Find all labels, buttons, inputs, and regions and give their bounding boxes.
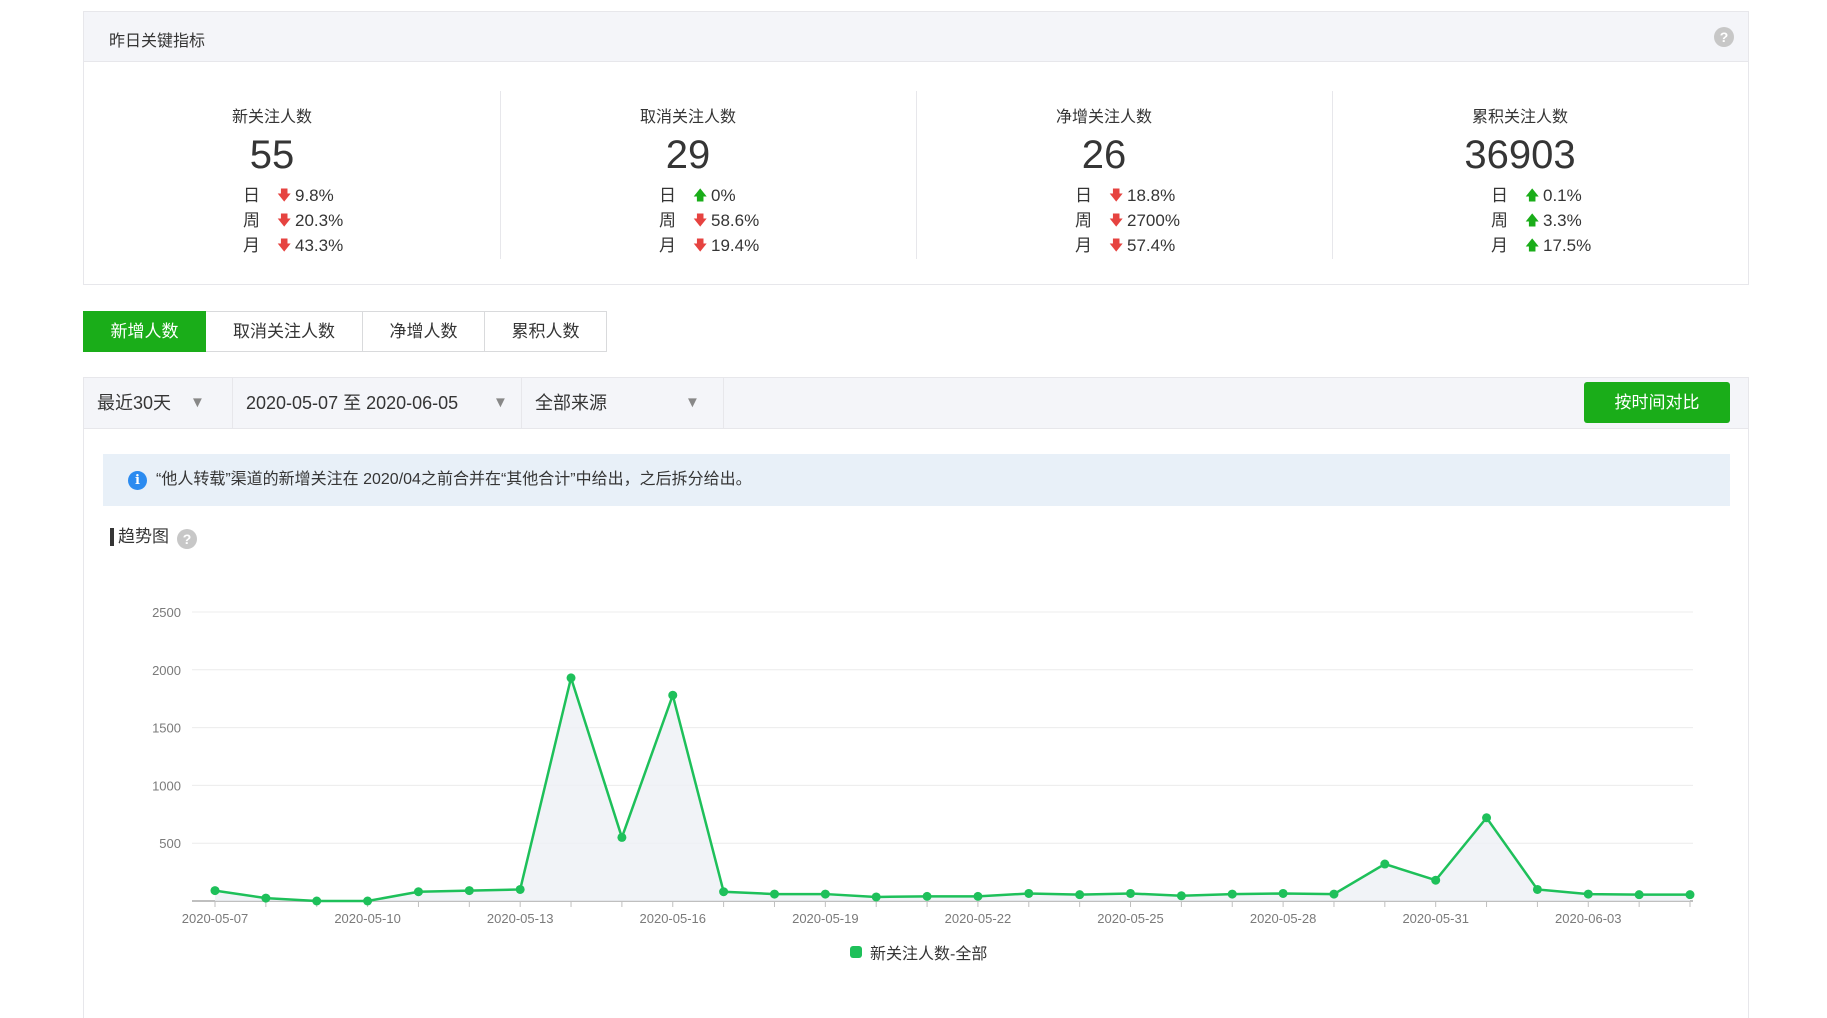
data-point: [820, 889, 830, 899]
data-point: [515, 884, 525, 894]
data-point: [1431, 875, 1441, 885]
data-point: [1227, 889, 1237, 899]
data-point: [1278, 888, 1288, 898]
y-tick-label: 2500: [152, 605, 181, 620]
x-tick-label: 2020-05-16: [640, 911, 707, 926]
data-point: [1126, 888, 1136, 898]
y-tick-label: 500: [159, 836, 181, 851]
data-point: [1482, 813, 1492, 823]
data-point: [1176, 891, 1186, 901]
y-tick-label: 1000: [152, 778, 181, 793]
data-point: [210, 886, 220, 896]
data-point: [1075, 890, 1085, 900]
data-point: [871, 892, 881, 902]
data-point: [1583, 889, 1593, 899]
data-point: [566, 673, 576, 683]
data-point: [363, 896, 373, 906]
x-tick-label: 2020-05-07: [182, 911, 249, 926]
data-point: [1380, 859, 1390, 869]
data-point: [719, 887, 729, 897]
data-point: [413, 887, 423, 897]
series-area: [215, 677, 1690, 901]
data-point: [617, 832, 627, 842]
y-tick-label: 1500: [152, 721, 181, 736]
data-point: [973, 891, 983, 901]
data-point: [1532, 884, 1542, 894]
data-point: [769, 889, 779, 899]
x-tick-label: 2020-05-22: [945, 911, 1012, 926]
chart-legend[interactable]: 新关注人数-全部: [850, 940, 987, 964]
x-tick-label: 2020-05-31: [1402, 911, 1469, 926]
trend-chart: 500 1000 1500 2000 2500 2020-05-07 2020-05-10 2…: [152, 605, 1695, 926]
x-tick-label: 2020-05-13: [487, 911, 554, 926]
y-tick-label: 2000: [152, 663, 181, 678]
data-point: [261, 893, 271, 903]
legend-label: 新关注人数-全部: [870, 946, 988, 963]
data-point: [1329, 889, 1339, 899]
data-point: [464, 886, 474, 896]
data-point: [312, 896, 322, 906]
data-point: [1685, 890, 1695, 900]
data-point: [1024, 888, 1034, 898]
x-tick-label: 2020-05-25: [1097, 911, 1164, 926]
data-point: [922, 891, 932, 901]
data-point: [668, 690, 678, 700]
x-tick-label: 2020-05-28: [1250, 911, 1317, 926]
data-point: [1634, 890, 1644, 900]
x-tick-label: 2020-06-03: [1555, 911, 1622, 926]
x-tick-label: 2020-05-19: [792, 911, 859, 926]
x-tick-label: 2020-05-10: [334, 911, 401, 926]
legend-marker: [850, 946, 862, 958]
